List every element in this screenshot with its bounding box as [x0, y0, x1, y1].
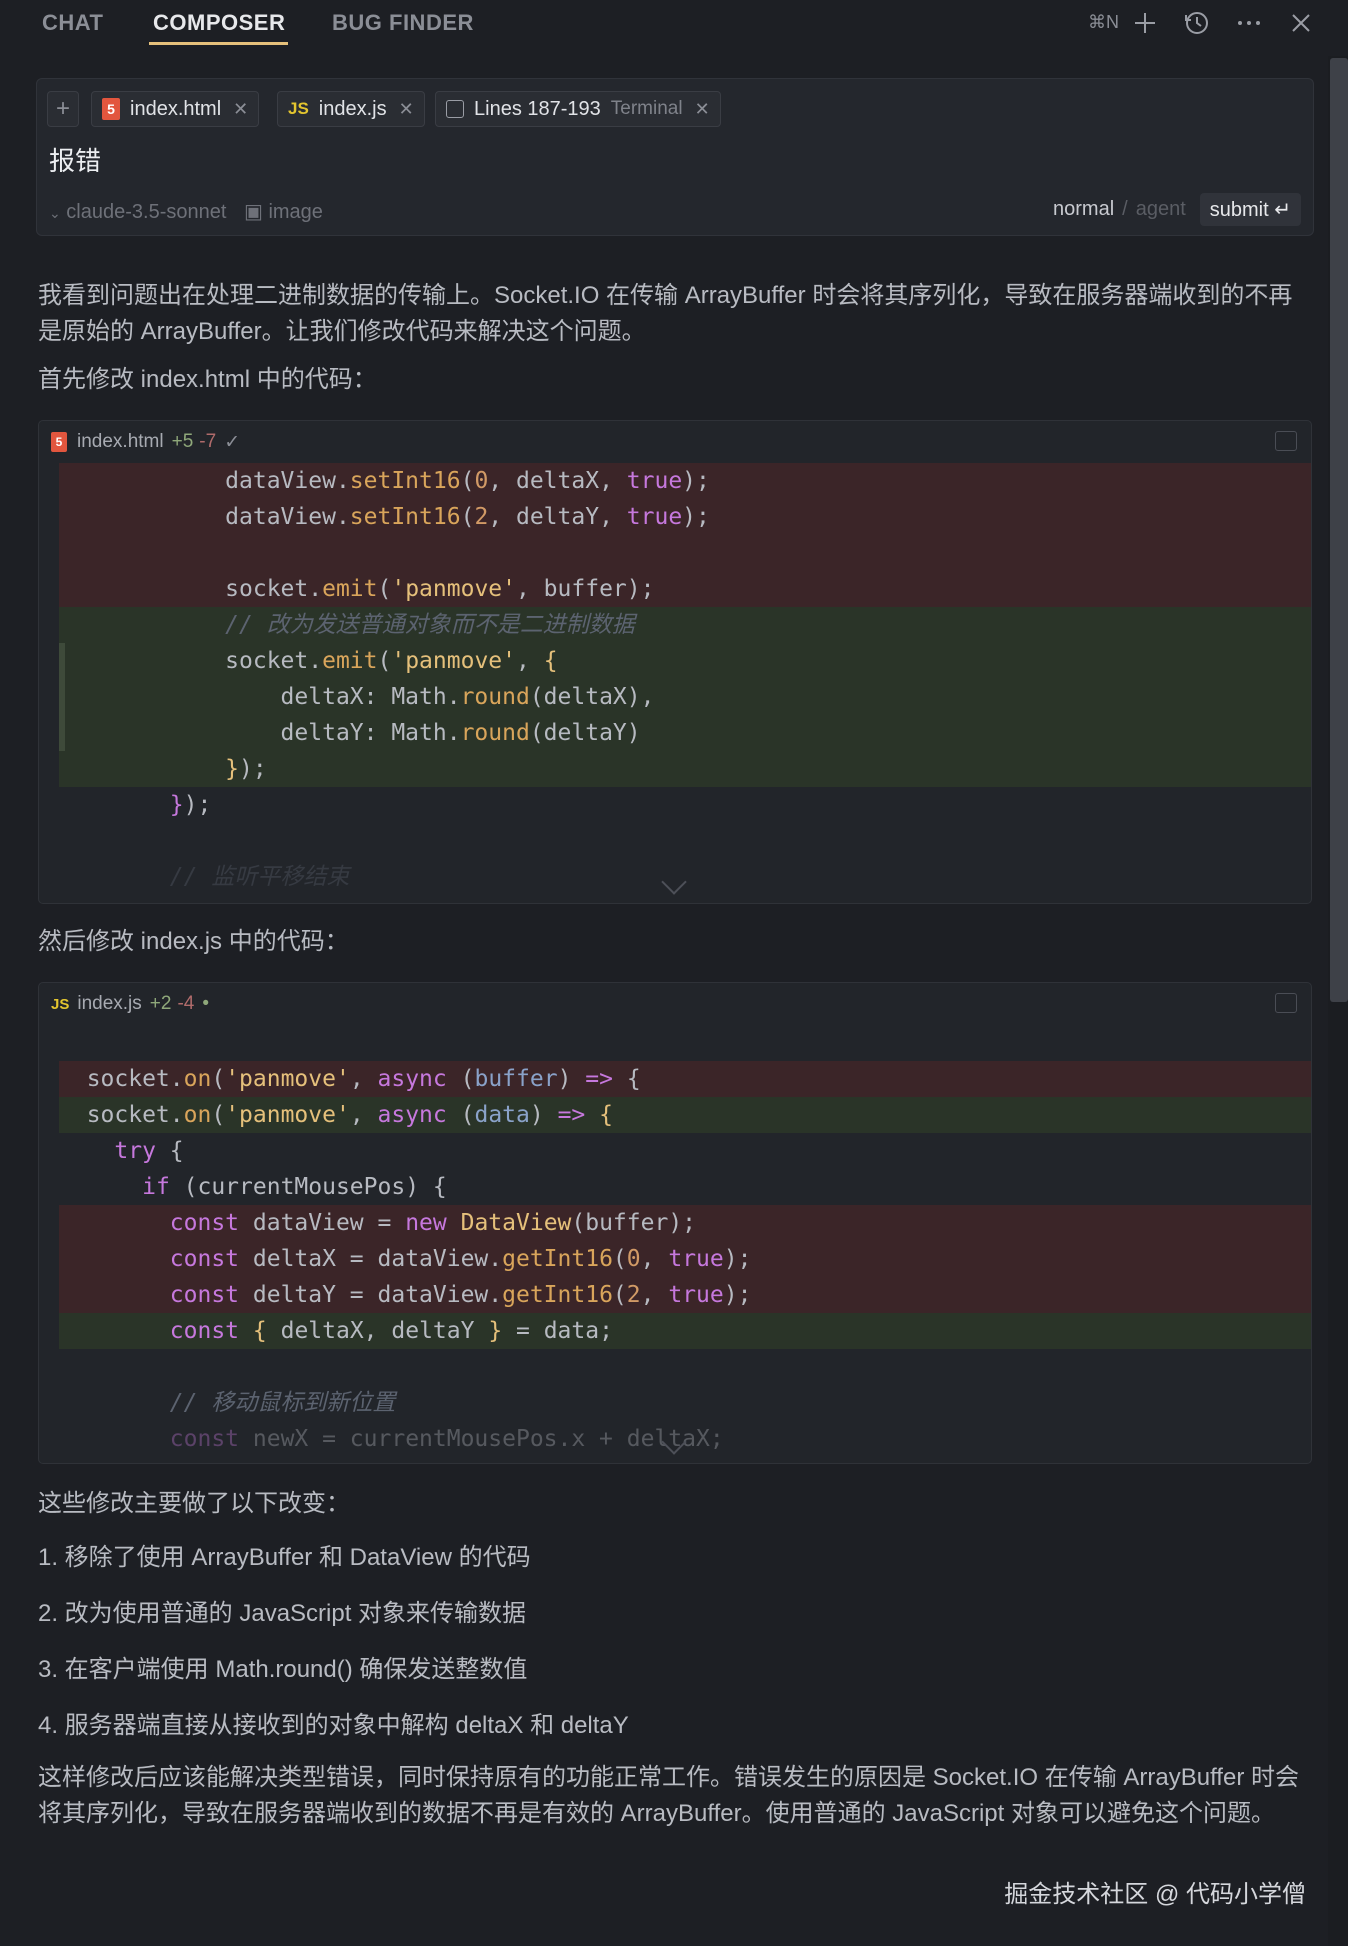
context-chip-terminal-lines[interactable]: Lines 187-193 Terminal ✕	[435, 91, 721, 127]
code-line: // 移动鼠标到新位置	[169, 1390, 396, 1416]
chip-sublabel: Terminal	[610, 98, 683, 119]
response-step1: 首先修改 index.html 中的代码：	[38, 366, 377, 393]
code-filename: index.js	[77, 993, 142, 1014]
submit-button[interactable]: submit ↵	[1199, 193, 1301, 226]
code-line: const newX = currentMousePos.x + deltaX;	[169, 1426, 724, 1452]
lines-added: +5	[171, 431, 194, 452]
summary-item: 4. 服务器端直接从接收到的对象中解构 deltaX 和 deltaY	[38, 1712, 629, 1739]
close-icon[interactable]: ✕	[695, 99, 710, 120]
response-intro: 我看到问题出在处理二进制数据的传输上。Socket.IO 在传输 ArrayBu…	[38, 282, 1293, 345]
code-line: const deltaY = dataView.getInt16(2, true…	[59, 1277, 1311, 1313]
tab-chat[interactable]: CHAT	[42, 10, 103, 36]
code-line: deltaX: Math.round(deltaX),	[59, 679, 1311, 715]
code-line: socket.on('panmove', async (buffer) => {	[59, 1061, 1311, 1097]
terminal-icon	[446, 100, 464, 118]
html5-icon: 5	[51, 432, 67, 452]
close-icon[interactable]: ✕	[399, 99, 414, 120]
active-tab-indicator	[149, 42, 288, 45]
code-line: try {	[114, 1138, 184, 1164]
model-selector[interactable]: ⌄ claude-3.5-sonnet ▣ image	[49, 199, 323, 224]
code-line: });	[59, 751, 1311, 787]
plus-icon[interactable]	[1128, 6, 1162, 40]
close-icon[interactable]: ✕	[233, 99, 248, 120]
chip-label: Lines 187-193	[474, 97, 601, 120]
mode-normal[interactable]: normal	[1053, 198, 1114, 221]
code-line: // 监听平移结束	[169, 864, 350, 890]
lines-added: +2	[149, 993, 172, 1014]
html5-icon: 5	[102, 98, 120, 120]
code-line: dataView.setInt16(0, deltaX, true);	[59, 463, 1311, 499]
summary-item: 1. 移除了使用 ArrayBuffer 和 DataView 的代码	[38, 1544, 531, 1571]
code-block-index-js: JS index.js +2 -4 • socket.on('panmove',…	[38, 982, 1312, 1464]
code-line: const dataView = new DataView(buffer);	[59, 1205, 1311, 1241]
context-chip-index-js[interactable]: JS index.js ✕	[277, 91, 425, 127]
chip-label: index.js	[318, 97, 387, 120]
copy-icon[interactable]	[1275, 431, 1297, 451]
chevron-down-icon: ⌄	[49, 205, 61, 221]
code-line: const deltaX = dataView.getInt16(0, true…	[59, 1241, 1311, 1277]
code-line: socket.on('panmove', async (data) => {	[59, 1097, 1311, 1133]
code-line	[59, 535, 1311, 571]
tab-bug-finder[interactable]: BUG FINDER	[332, 10, 474, 36]
tab-composer[interactable]: COMPOSER	[153, 10, 285, 36]
image-label[interactable]: image	[268, 201, 322, 223]
mode-selector: normal / agent submit ↵	[1053, 193, 1301, 226]
code-block-header[interactable]: 5 index.html +5 -7 ✓	[39, 421, 1311, 463]
response-step2: 然后修改 index.js 中的代码：	[38, 928, 349, 955]
lines-removed: -7	[199, 431, 217, 452]
response-conclusion: 这样修改后应该能解决类型错误，同时保持原有的功能正常工作。错误发生的原因是 So…	[38, 1764, 1299, 1827]
add-context-button[interactable]: +	[47, 91, 79, 127]
history-icon[interactable]	[1180, 6, 1214, 40]
code-line: socket.emit('panmove', {	[59, 643, 1311, 679]
new-shortcut-hint: ⌘N	[1088, 12, 1119, 32]
copy-icon[interactable]	[1275, 993, 1297, 1013]
image-icon[interactable]: ▣	[244, 201, 263, 223]
summary-item: 3. 在客户端使用 Math.round() 确保发送整数值	[38, 1656, 528, 1683]
js-icon: JS	[288, 99, 309, 118]
code-filename: index.html	[77, 431, 164, 452]
diff-marker	[59, 643, 65, 751]
summary-title: 这些修改主要做了以下改变：	[38, 1490, 350, 1517]
code-line: const { deltaX, deltaY } = data;	[59, 1313, 1311, 1349]
mode-agent[interactable]: agent	[1136, 198, 1186, 221]
status-dot-icon: •	[202, 993, 210, 1014]
lines-removed: -4	[177, 993, 195, 1014]
scrollbar-thumb[interactable]	[1330, 58, 1348, 1002]
composer-input-panel[interactable]: + 5 index.html ✕ JS index.js ✕ Lines 187…	[36, 78, 1314, 236]
model-name: claude-3.5-sonnet	[66, 201, 227, 223]
js-icon: JS	[51, 995, 70, 1013]
top-bar: CHAT COMPOSER BUG FINDER ⌘N	[0, 0, 1348, 46]
code-line: deltaY: Math.round(deltaY)	[59, 715, 1311, 751]
mode-separator: /	[1122, 198, 1128, 220]
close-icon[interactable]	[1284, 6, 1318, 40]
summary-item: 2. 改为使用普通的 JavaScript 对象来传输数据	[38, 1600, 527, 1627]
chip-label: index.html	[130, 97, 222, 120]
code-block-index-html: 5 index.html +5 -7 ✓ dataView.setInt16(0…	[38, 420, 1312, 904]
code-block-header[interactable]: JS index.js +2 -4 •	[39, 983, 1311, 1025]
watermark-text: 掘金技术社区 @ 代码小学僧	[1004, 1881, 1306, 1908]
check-icon: ✓	[224, 431, 241, 453]
code-line: socket.emit('panmove', buffer);	[59, 571, 1311, 607]
code-line: if (currentMousePos) {	[142, 1174, 447, 1200]
context-chip-index-html[interactable]: 5 index.html ✕	[91, 91, 260, 127]
code-line: });	[169, 792, 212, 818]
code-line: // 改为发送普通对象而不是二进制数据	[59, 607, 1311, 643]
code-line: dataView.setInt16(2, deltaY, true);	[59, 499, 1311, 535]
more-icon[interactable]	[1232, 6, 1266, 40]
composer-message-text[interactable]: 报错	[49, 141, 101, 178]
